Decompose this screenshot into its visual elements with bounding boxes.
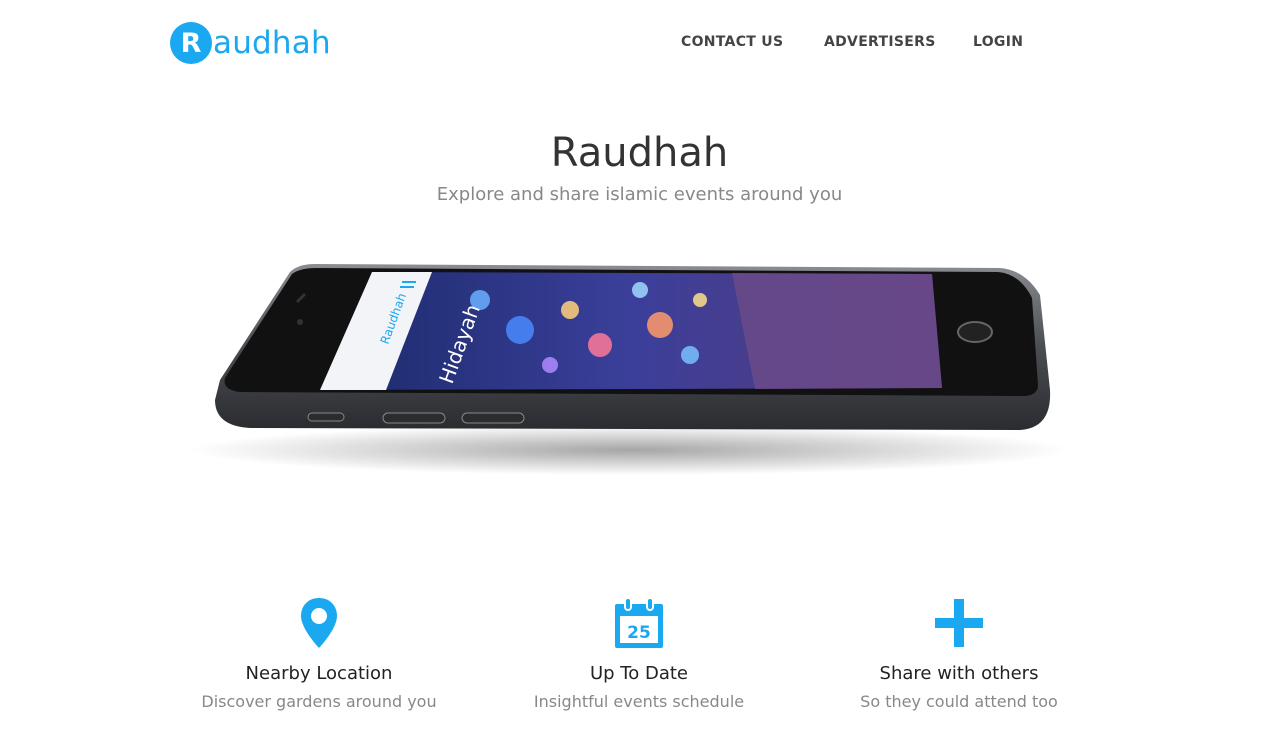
volume-down-button xyxy=(461,412,525,424)
feature-desc: Insightful events schedule xyxy=(533,692,745,711)
mute-switch xyxy=(307,412,345,422)
phone-svg: Raudhah Hidayah xyxy=(190,264,1070,475)
nav-contact-us[interactable]: CONTACT US xyxy=(681,34,783,50)
logo-badge: R xyxy=(170,22,212,64)
feature-title: Share with others xyxy=(879,663,1039,684)
phone-shadow xyxy=(190,425,1070,475)
calendar-day: 25 xyxy=(627,623,651,643)
nav-login[interactable]: LOGIN xyxy=(973,34,1023,50)
phone-illustration: Raudhah Hidayah xyxy=(180,250,1080,490)
volume-up-button xyxy=(382,412,446,424)
logo[interactable]: R audhah xyxy=(170,22,331,64)
map-pin-icon xyxy=(159,595,479,651)
calendar-icon: 25 xyxy=(479,595,799,651)
feature-title: Up To Date xyxy=(589,663,688,684)
feature-nearby-location: Nearby Location Discover gardens around … xyxy=(159,595,479,711)
hero-subtitle: Explore and share islamic events around … xyxy=(436,184,843,205)
feature-desc: Discover gardens around you xyxy=(201,692,437,711)
nav-advertisers[interactable]: ADVERTISERS xyxy=(824,34,936,50)
front-camera xyxy=(297,319,303,325)
screen-right-panel xyxy=(732,273,942,389)
home-button xyxy=(957,321,993,343)
plus-icon xyxy=(799,595,1119,651)
feature-up-to-date: 25 Up To Date Insightful events schedule xyxy=(479,595,799,711)
feature-desc: So they could attend too xyxy=(860,692,1058,711)
hero-title: Raudhah xyxy=(550,130,729,176)
feature-share: Share with others So they could attend t… xyxy=(799,595,1119,711)
logo-text: audhah xyxy=(213,25,331,61)
feature-title: Nearby Location xyxy=(245,663,393,684)
